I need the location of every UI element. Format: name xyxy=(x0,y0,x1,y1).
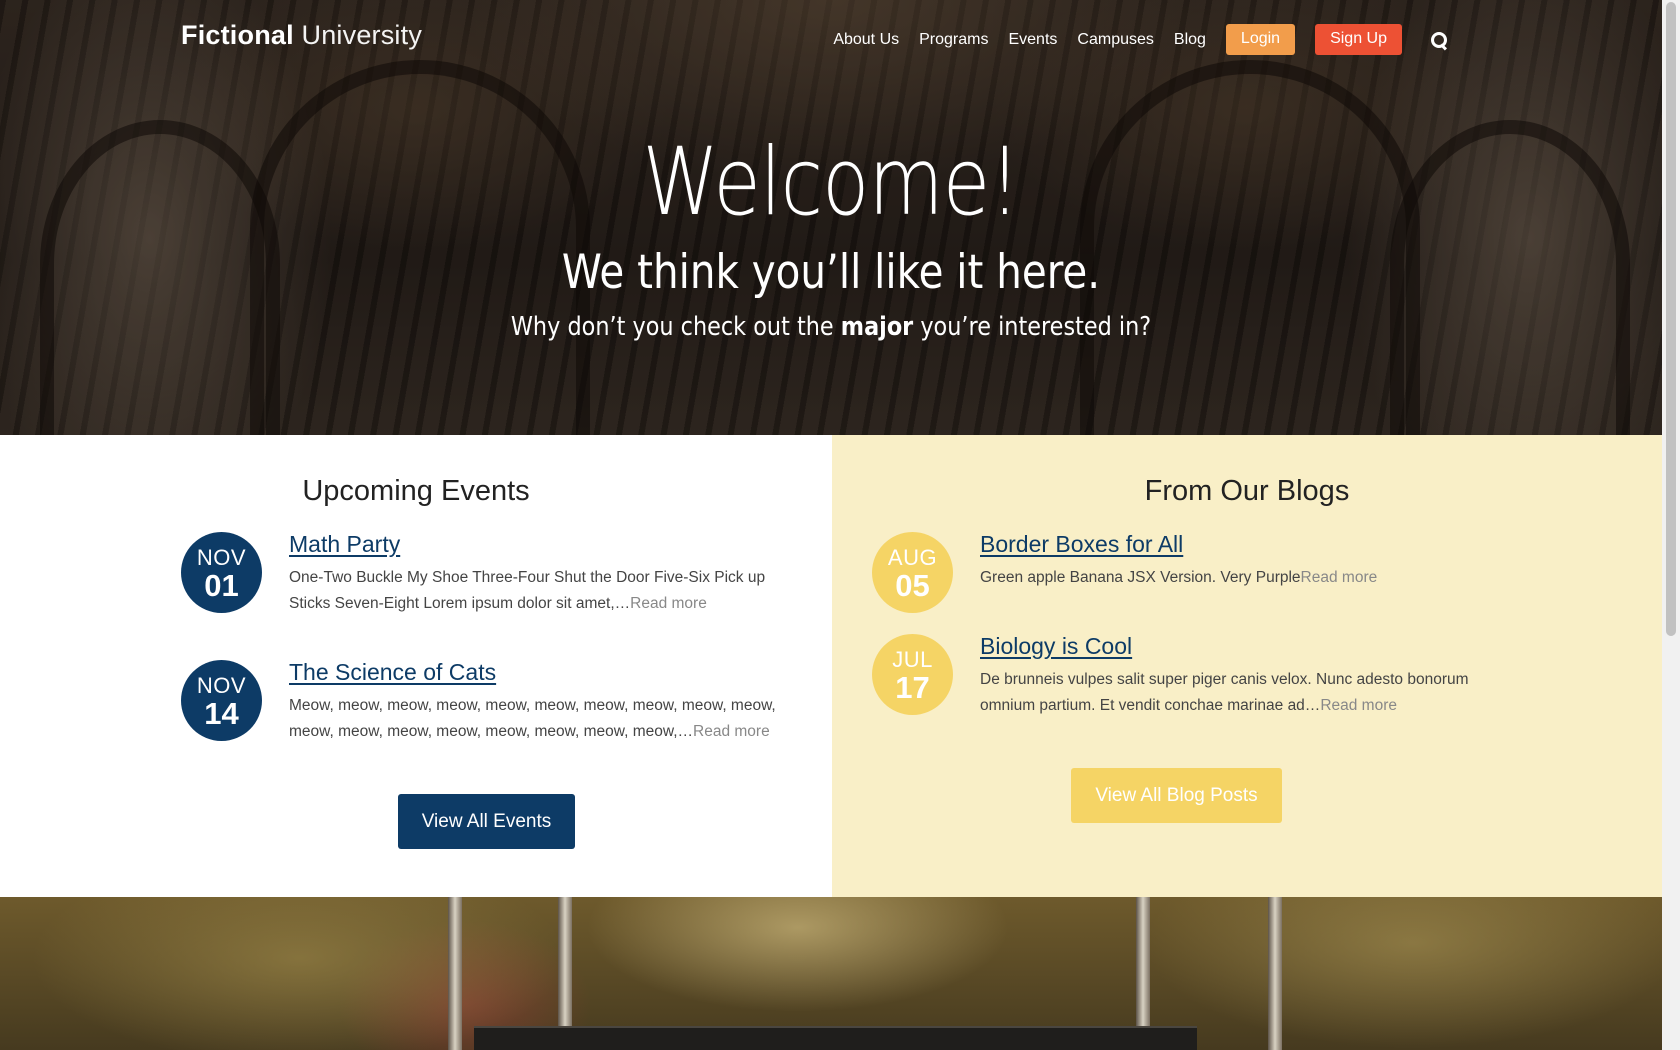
blogs-heading: From Our Blogs xyxy=(1144,475,1350,507)
events-and-blogs: Upcoming Events NOV 01 Math Party One-Tw… xyxy=(0,435,1662,897)
events-heading: Upcoming Events xyxy=(302,475,530,507)
blog-date-badge[interactable]: AUG 05 xyxy=(872,532,953,613)
event-title-link[interactable]: Math Party xyxy=(289,531,400,558)
blog-read-more-link[interactable]: Read more xyxy=(1301,569,1378,586)
hero-prompt-major: major xyxy=(840,312,914,342)
event-date-badge[interactable]: NOV 14 xyxy=(181,660,262,741)
event-title-link[interactable]: The Science of Cats xyxy=(289,659,496,686)
event-read-more-link[interactable]: Read more xyxy=(630,595,707,612)
signup-button[interactable]: Sign Up xyxy=(1315,24,1402,55)
nav-events[interactable]: Events xyxy=(1008,31,1057,49)
nav-blog[interactable]: Blog xyxy=(1174,31,1206,49)
hero-prompt: Why don’t you check out the major you’re… xyxy=(116,312,1545,342)
logo-light-text: University xyxy=(301,20,423,50)
blog-day: 05 xyxy=(895,568,930,603)
view-all-blog-posts-button[interactable]: View All Blog Posts xyxy=(1071,768,1282,823)
event-day: 14 xyxy=(204,696,239,731)
event-excerpt: One-Two Buckle My Shoe Three-Four Shut t… xyxy=(289,565,809,617)
logo-bold-text: Fictional xyxy=(181,20,294,50)
nav-about-us[interactable]: About Us xyxy=(833,31,899,49)
bus-pole xyxy=(1268,897,1282,1050)
page-scrollbar[interactable] xyxy=(1662,0,1680,1050)
lower-content-panel xyxy=(474,1026,1197,1050)
blog-title-link[interactable]: Border Boxes for All xyxy=(980,531,1183,558)
blog-excerpt: Green apple Banana JSX Version. Very Pur… xyxy=(980,565,1520,591)
blog-day: 17 xyxy=(895,670,930,705)
hero-prompt-before: Why don’t you check out the xyxy=(510,312,841,342)
main-nav: About Us Programs Events Campuses Blog L… xyxy=(813,24,1448,55)
blog-body: Border Boxes for All Green apple Banana … xyxy=(980,531,1520,591)
blog-title-link[interactable]: Biology is Cool xyxy=(980,633,1132,660)
blog-date-badge[interactable]: JUL 17 xyxy=(872,634,953,715)
site-header: Fictional University About Us Programs E… xyxy=(0,0,1662,70)
login-button[interactable]: Login xyxy=(1225,24,1296,55)
event-body: The Science of Cats Meow, meow, meow, me… xyxy=(289,659,809,745)
blog-excerpt-text: Green apple Banana JSX Version. Very Pur… xyxy=(980,569,1301,586)
blogs-column: From Our Blogs AUG 05 Border Boxes for A… xyxy=(832,435,1662,897)
hero-prompt-after: you’re interested in? xyxy=(913,312,1152,342)
event-body: Math Party One-Two Buckle My Shoe Three-… xyxy=(289,531,809,617)
scrollbar-thumb[interactable] xyxy=(1666,2,1676,636)
event-excerpt: Meow, meow, meow, meow, meow, meow, meow… xyxy=(289,693,809,745)
hero-subtitle: We think you’ll like it here. xyxy=(561,245,1101,300)
hero-title: Welcome! xyxy=(642,128,1021,237)
view-all-events-button[interactable]: View All Events xyxy=(398,794,575,849)
blog-read-more-link[interactable]: Read more xyxy=(1320,697,1397,714)
event-day: 01 xyxy=(204,568,239,603)
events-column: Upcoming Events NOV 01 Math Party One-Tw… xyxy=(0,435,832,897)
event-read-more-link[interactable]: Read more xyxy=(693,723,770,740)
nav-campuses[interactable]: Campuses xyxy=(1077,31,1153,49)
event-date-badge[interactable]: NOV 01 xyxy=(181,532,262,613)
hero-banner: Fictional University About Us Programs E… xyxy=(0,0,1662,435)
blog-body: Biology is Cool De brunneis vulpes salit… xyxy=(980,633,1520,719)
search-icon[interactable] xyxy=(1430,31,1448,49)
lower-hero-image xyxy=(0,897,1662,1050)
site-logo[interactable]: Fictional University xyxy=(181,20,422,51)
blog-excerpt: De brunneis vulpes salit super piger can… xyxy=(980,667,1520,719)
bus-pole xyxy=(448,897,462,1050)
nav-programs[interactable]: Programs xyxy=(919,31,988,49)
